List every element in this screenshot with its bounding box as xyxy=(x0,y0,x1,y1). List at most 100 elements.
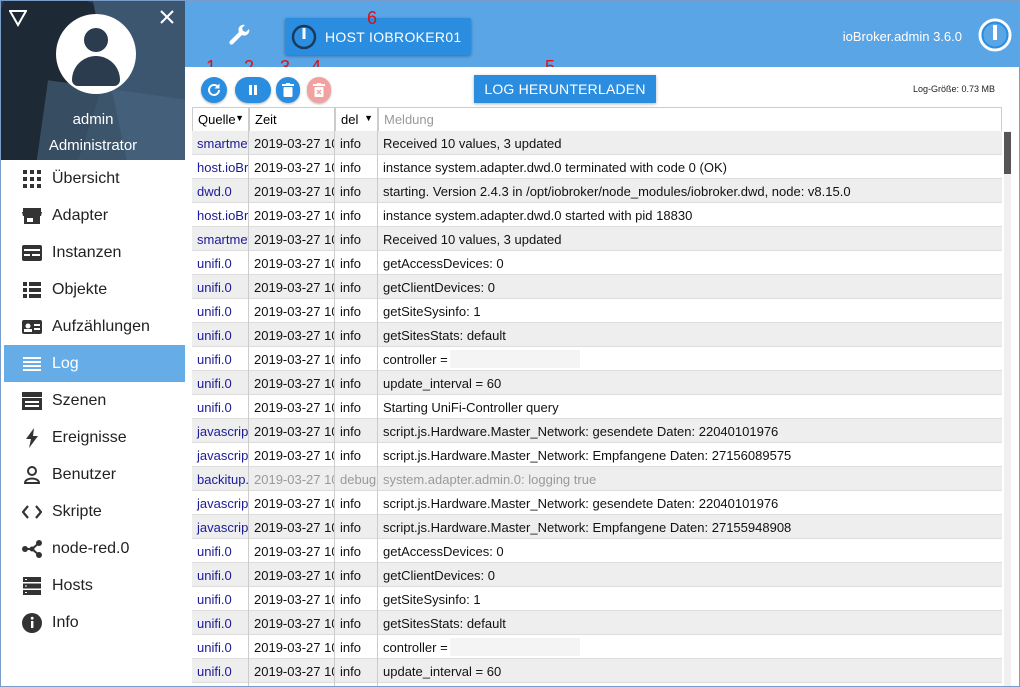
sidebar-item-objekte[interactable]: Objekte xyxy=(1,271,185,308)
table-row: unifi.0 2019-03-27 10 info getSiteSysinfo: … xyxy=(192,299,1002,323)
cell-time-text: 2019-03-27 10 xyxy=(254,495,335,511)
cell-time: 2019-03-27 10 xyxy=(249,539,335,563)
sidebar-item-adapter[interactable]: Adapter xyxy=(1,197,185,234)
table-header: Quelle ▼ Zeit del ▼ Meldung xyxy=(192,107,1002,131)
sidebar-item-info[interactable]: Info xyxy=(1,604,185,641)
sidebar-item-log[interactable]: Log xyxy=(4,345,185,382)
cell-time-text: 2019-03-27 10 xyxy=(254,183,335,199)
grid-icon xyxy=(21,168,43,190)
table-row: javascript.0 2019-03-27 10 info script.js.H… xyxy=(192,515,1002,539)
cell-message-text: system.adapter.admin.0: logging true xyxy=(383,471,597,487)
refresh-button[interactable] xyxy=(201,77,227,103)
app-version: ioBroker.admin 3.6.0 xyxy=(842,29,962,44)
cell-source-text: unifi.0 xyxy=(197,375,232,391)
host-button[interactable]: HOST IOBROKER01 xyxy=(285,18,471,55)
cell-message-text: script.js.Hardware.Master_Network: Empfa… xyxy=(383,447,792,463)
sidebar-item-label: Objekte xyxy=(52,280,108,298)
cell-message-text: Starting UniFi-Controller query xyxy=(383,399,559,415)
sidebar-item-instanzen[interactable]: Instanzen xyxy=(1,234,185,271)
cell-time-text: 2019-03-27 10 xyxy=(254,327,335,343)
sidebar-item-ereignisse[interactable]: Ereignisse xyxy=(1,419,185,456)
download-log-button[interactable]: LOG HERUNTERLADEN xyxy=(474,75,656,103)
redacted-value xyxy=(449,638,580,656)
enum-icon xyxy=(21,316,43,338)
cell-source: backitup.0 xyxy=(192,467,249,491)
cell-time: 2019-03-27 10 xyxy=(249,635,335,659)
sidebar-item-node-red[interactable]: node-red.0 xyxy=(1,530,185,567)
scrollbar-thumb[interactable] xyxy=(1004,132,1011,174)
sidebar-item-hosts[interactable]: Hosts xyxy=(1,567,185,604)
cell-source-text: unifi.0 xyxy=(197,639,232,655)
cell-level: info xyxy=(335,203,378,227)
cell-time: 2019-03-27 10 xyxy=(249,563,335,587)
cell-message: update_interval = 60 xyxy=(378,659,1002,683)
cell-time-text: 2019-03-27 10 xyxy=(254,663,335,679)
cell-time-text: 2019-03-27 10 xyxy=(254,447,335,463)
cell-message: update_interval = 60 xyxy=(378,371,1002,395)
scrollbar-track[interactable] xyxy=(1004,131,1011,686)
menu-logo-icon[interactable] xyxy=(9,9,27,27)
table-row: unifi.0 2019-03-27 10 info getClientDevices… xyxy=(192,563,1002,587)
cell-message: instance system.adapter.dwd.0 started wi… xyxy=(378,203,1002,227)
sidebar-item-label: Ereignisse xyxy=(52,428,127,446)
cell-level: info xyxy=(335,635,378,659)
cell-time: 2019-03-27 10 xyxy=(249,299,335,323)
wrench-icon[interactable] xyxy=(228,24,252,48)
cell-source-text: unifi.0 xyxy=(197,543,232,559)
message-filter-input[interactable]: Meldung xyxy=(378,107,1002,131)
cell-message-text: getSiteSysinfo: 1 xyxy=(383,591,481,607)
table-row: unifi.0 2019-03-27 10 info getClientDevices… xyxy=(192,275,1002,299)
cell-source: unifi.0 xyxy=(192,395,249,419)
cell-level: info xyxy=(335,395,378,419)
cell-level-text: info xyxy=(340,183,361,199)
header-level-filter[interactable]: del ▼ xyxy=(335,107,378,131)
cell-message-text: getClientDevices: 0 xyxy=(383,279,495,295)
cell-level-text: info xyxy=(340,615,361,631)
sidebar-item-aufzaehlungen[interactable]: Aufzählungen xyxy=(1,308,185,345)
table-row: dwd.0 2019-03-27 10 info starting. Version … xyxy=(192,179,1002,203)
cell-source-text: dwd.0 xyxy=(197,183,232,199)
delete-log-button[interactable] xyxy=(307,77,331,103)
cell-message-text: getAccessDevices: 0 xyxy=(383,543,504,559)
cell-time: 2019-03-27 10 xyxy=(249,179,335,203)
cell-time: 2019-03-27 10 xyxy=(249,227,335,251)
cell-message: getClientDevices: 0 xyxy=(378,275,1002,299)
cell-source: unifi.0 xyxy=(192,539,249,563)
cell-source: unifi.0 xyxy=(192,563,249,587)
header-source-filter[interactable]: Quelle ▼ xyxy=(192,107,249,131)
user-name: admin xyxy=(72,111,114,128)
cell-time: 2019-03-27 10 xyxy=(249,515,335,539)
redacted-value xyxy=(449,350,580,368)
cell-source-text: unifi.0 xyxy=(197,399,232,415)
sidebar-item-skripte[interactable]: Skripte xyxy=(1,493,185,530)
close-icon[interactable] xyxy=(158,8,176,26)
cell-level: info xyxy=(335,683,378,686)
header-source-label: Quelle xyxy=(198,112,236,127)
cell-level: info xyxy=(335,347,378,371)
table-row: host.ioBroker01 2019-03-27 10 info instance… xyxy=(192,203,1002,227)
sidebar-item-benutzer[interactable]: Benutzer xyxy=(1,456,185,493)
cell-time: 2019-03-27 10 xyxy=(249,155,335,179)
cell-level-text: debug xyxy=(340,471,377,487)
table-row: unifi.0 2019-03-27 10 info controller = xyxy=(192,347,1002,371)
cell-source: javascript.0 xyxy=(192,491,249,515)
table-row: smartmeter 2019-03-27 10 info Received 10 v… xyxy=(192,131,1002,155)
sidebar-item-uebersicht[interactable]: Übersicht xyxy=(1,160,185,197)
cell-message: script.js.Hardware.Master_Network: Empfa… xyxy=(378,515,1002,539)
cell-source: unifi.0 xyxy=(192,323,249,347)
cell-source-text: unifi.0 xyxy=(197,351,232,367)
sidebar-item-szenen[interactable]: Szenen xyxy=(1,382,185,419)
cell-message-text: getSitesStats: default xyxy=(383,327,506,343)
pause-button[interactable] xyxy=(235,77,271,103)
cell-message-text: controller = xyxy=(383,351,448,367)
cell-message: script.js.Hardware.Master_Network: Empfa… xyxy=(378,443,1002,467)
delete-icon xyxy=(313,83,325,97)
clear-button[interactable] xyxy=(276,77,300,103)
cell-message: instance system.adapter.dwd.0 terminated… xyxy=(378,155,1002,179)
cell-level: info xyxy=(335,155,378,179)
cell-level-text: info xyxy=(340,567,361,583)
cell-level: info xyxy=(335,443,378,467)
cell-level-text: info xyxy=(340,447,361,463)
table-row: unifi.0 2019-03-27 10 info getSitesStats: d… xyxy=(192,323,1002,347)
cell-time-text: 2019-03-27 10 xyxy=(254,303,335,319)
